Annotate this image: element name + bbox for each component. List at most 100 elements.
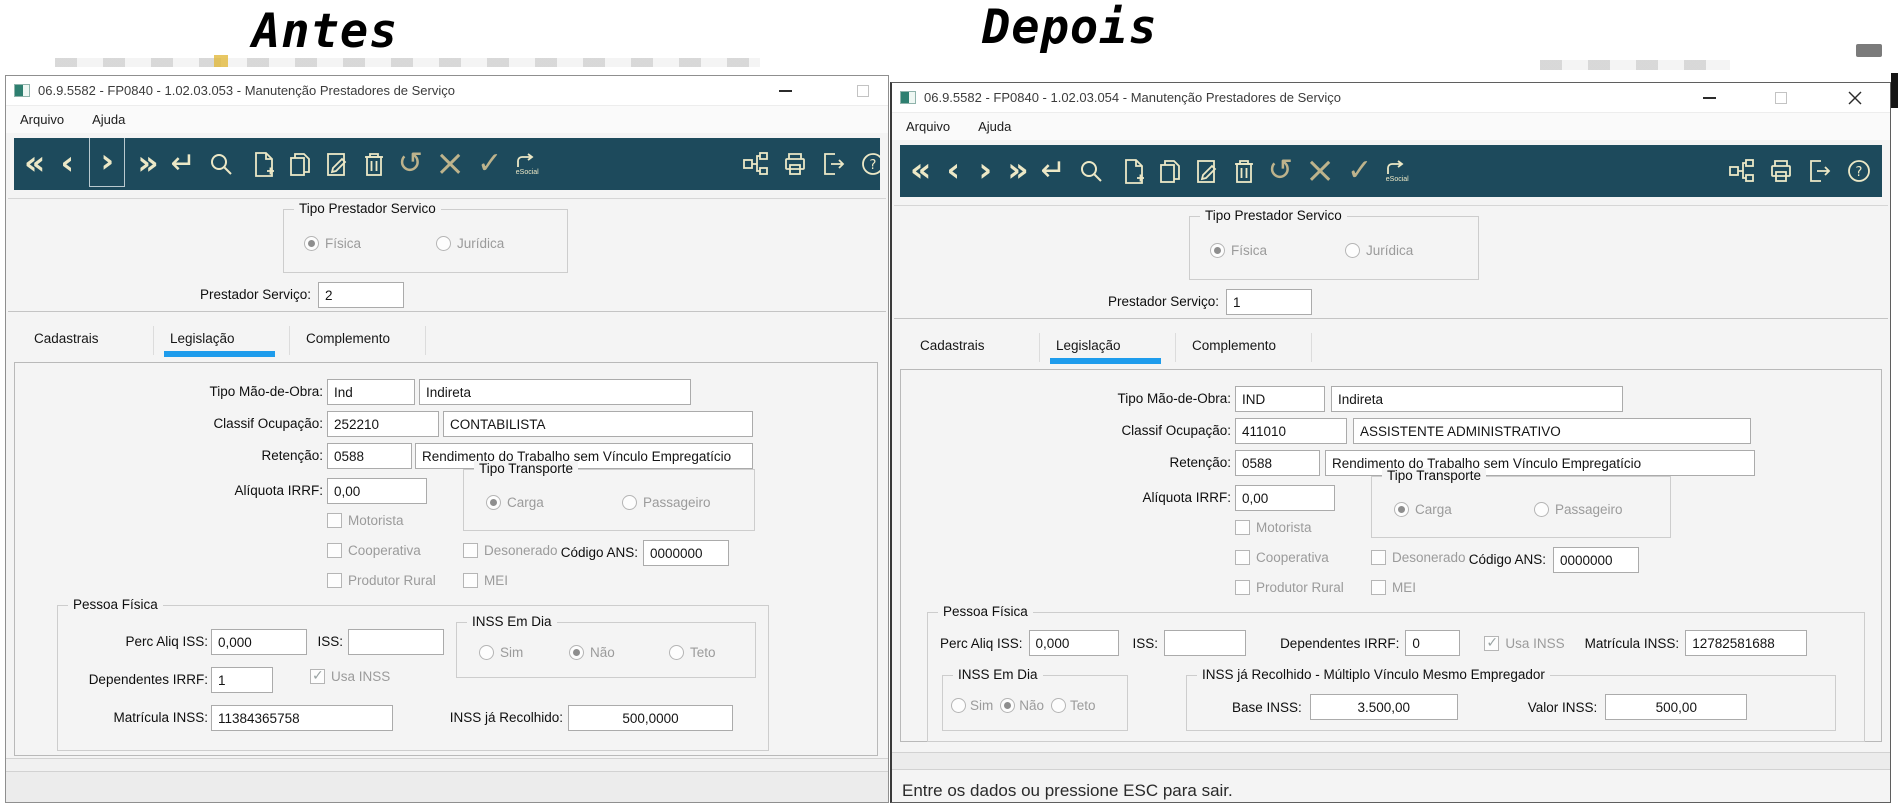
checkbox-usa-inss[interactable]: Usa INSS xyxy=(310,668,390,684)
undo-button[interactable]: ↺ xyxy=(1268,149,1293,193)
prestador-servico-input[interactable]: 1 xyxy=(1226,289,1312,315)
esocial-button[interactable]: eSocial xyxy=(514,142,540,186)
tipo-mao-desc-input[interactable]: Indireta xyxy=(419,379,691,405)
esocial-button[interactable]: eSocial xyxy=(1384,149,1410,193)
classif-code-input[interactable]: 252210 xyxy=(327,411,439,437)
cancel-button[interactable]: × xyxy=(1305,149,1335,193)
checkbox-cooperativa[interactable]: Cooperativa xyxy=(327,543,421,558)
tab-cadastrais[interactable]: Cadastrais xyxy=(904,333,1040,362)
checkbox-motorista[interactable]: Motorista xyxy=(327,513,404,528)
last-button[interactable]: » xyxy=(1007,147,1028,191)
checkbox-produtor-rural[interactable]: Produtor Rural xyxy=(1235,580,1344,595)
menu-arquivo[interactable]: Arquivo xyxy=(906,119,950,134)
tipo-mao-desc-input[interactable]: Indireta xyxy=(1331,386,1623,412)
minimize-button[interactable] xyxy=(1688,83,1730,112)
delete-button[interactable] xyxy=(1232,149,1256,193)
retencao-code-input[interactable]: 0588 xyxy=(327,443,412,469)
hierarchy-button[interactable] xyxy=(1728,149,1755,193)
dependentes-irrf-input[interactable]: 1 xyxy=(211,667,273,693)
codigo-ans-input[interactable]: 0000000 xyxy=(1553,547,1639,573)
new-document-button[interactable] xyxy=(1122,149,1146,193)
radio-sim[interactable]: Sim xyxy=(951,698,993,713)
maximize-button[interactable] xyxy=(842,76,884,105)
copy-document-button[interactable] xyxy=(1158,149,1183,193)
search-button[interactable] xyxy=(208,142,234,186)
checkbox-produtor-rural[interactable]: Produtor Rural xyxy=(327,573,436,588)
help-button[interactable]: ? xyxy=(1846,149,1872,193)
base-inss-input[interactable]: 3.500,00 xyxy=(1309,694,1458,720)
enter-button[interactable]: ↵ xyxy=(171,142,196,186)
new-document-button[interactable] xyxy=(252,142,276,186)
edit-document-button[interactable] xyxy=(325,142,350,186)
radio-passageiro[interactable]: Passageiro xyxy=(622,495,711,510)
radio-juridica[interactable]: Jurídica xyxy=(1345,243,1413,258)
radio-juridica[interactable]: Jurídica xyxy=(436,236,504,251)
retencao-code-input[interactable]: 0588 xyxy=(1235,450,1320,476)
tab-complemento[interactable]: Complemento xyxy=(1176,333,1312,362)
inss-recolhido-input[interactable]: 500,0000 xyxy=(568,705,733,731)
minimize-button[interactable] xyxy=(764,76,806,105)
last-button[interactable]: » xyxy=(137,140,158,184)
checkbox-mei[interactable]: MEI xyxy=(1371,580,1416,595)
checkbox-mei[interactable]: MEI xyxy=(463,573,508,588)
radio-carga[interactable]: Carga xyxy=(486,495,544,510)
matricula-inss-input[interactable]: 11384365758 xyxy=(211,705,393,731)
tipo-mao-code-input[interactable]: Ind xyxy=(327,379,415,405)
checkbox-motorista[interactable]: Motorista xyxy=(1235,520,1312,535)
print-button[interactable] xyxy=(782,142,808,186)
valor-inss-input[interactable]: 500,00 xyxy=(1605,694,1748,720)
aliquota-input[interactable]: 0,00 xyxy=(327,478,427,504)
radio-fisica[interactable]: Física xyxy=(1210,243,1267,258)
maximize-button[interactable] xyxy=(1760,83,1802,112)
checkbox-cooperativa[interactable]: Cooperativa xyxy=(1235,550,1329,565)
enter-button[interactable]: ↵ xyxy=(1041,149,1066,193)
tab-legislacao[interactable]: Legislação xyxy=(1040,333,1176,364)
retencao-desc-input[interactable]: Rendimento do Trabalho sem Vínculo Empre… xyxy=(415,443,753,469)
first-button[interactable]: « xyxy=(910,147,931,191)
radio-fisica[interactable]: Física xyxy=(304,236,361,251)
dependentes-irrf-input[interactable]: 0 xyxy=(1405,630,1461,656)
menu-arquivo[interactable]: Arquivo xyxy=(20,112,64,127)
menu-ajuda[interactable]: Ajuda xyxy=(92,112,125,127)
cancel-button[interactable]: × xyxy=(435,142,465,186)
radio-teto[interactable]: Teto xyxy=(1051,698,1096,713)
confirm-button[interactable]: ✓ xyxy=(1347,149,1372,193)
previous-button[interactable]: ‹ xyxy=(57,140,77,184)
previous-button[interactable]: ‹ xyxy=(943,147,963,191)
next-button[interactable]: › xyxy=(89,138,126,187)
radio-nao[interactable]: Não xyxy=(1000,698,1044,713)
radio-carga[interactable]: Carga xyxy=(1394,502,1452,517)
close-button[interactable] xyxy=(1834,83,1876,112)
search-button[interactable] xyxy=(1078,149,1104,193)
edit-document-button[interactable] xyxy=(1195,149,1220,193)
copy-document-button[interactable] xyxy=(288,142,313,186)
undo-button[interactable]: ↺ xyxy=(398,142,423,186)
tab-legislacao[interactable]: Legislação xyxy=(154,326,290,357)
radio-passageiro[interactable]: Passageiro xyxy=(1534,502,1623,517)
help-button[interactable]: ? xyxy=(860,142,880,186)
radio-sim[interactable]: Sim xyxy=(479,645,523,660)
prestador-servico-input[interactable]: 2 xyxy=(318,282,404,308)
classif-desc-input[interactable]: CONTABILISTA xyxy=(443,411,753,437)
aliquota-input[interactable]: 0,00 xyxy=(1235,485,1335,511)
iss-input[interactable] xyxy=(1164,630,1247,656)
radio-teto[interactable]: Teto xyxy=(669,645,716,660)
menu-ajuda[interactable]: Ajuda xyxy=(978,119,1011,134)
perc-aliq-iss-input[interactable]: 0,000 xyxy=(1028,630,1119,656)
first-button[interactable]: « xyxy=(24,140,45,184)
classif-desc-input[interactable]: ASSISTENTE ADMINISTRATIVO xyxy=(1353,418,1751,444)
radio-nao[interactable]: Não xyxy=(569,645,615,660)
checkbox-usa-inss[interactable]: Usa INSS xyxy=(1484,635,1565,651)
iss-input[interactable] xyxy=(348,629,444,655)
codigo-ans-input[interactable]: 0000000 xyxy=(643,540,729,566)
exit-button[interactable] xyxy=(821,142,847,186)
tab-complemento[interactable]: Complemento xyxy=(290,326,426,355)
exit-button[interactable] xyxy=(1807,149,1833,193)
matricula-inss-input[interactable]: 12782581688 xyxy=(1685,630,1808,656)
hierarchy-button[interactable] xyxy=(742,142,769,186)
classif-code-input[interactable]: 411010 xyxy=(1235,418,1347,444)
print-button[interactable] xyxy=(1768,149,1794,193)
delete-button[interactable] xyxy=(362,142,386,186)
tipo-mao-code-input[interactable]: IND xyxy=(1235,386,1325,412)
next-button[interactable]: › xyxy=(975,147,995,191)
